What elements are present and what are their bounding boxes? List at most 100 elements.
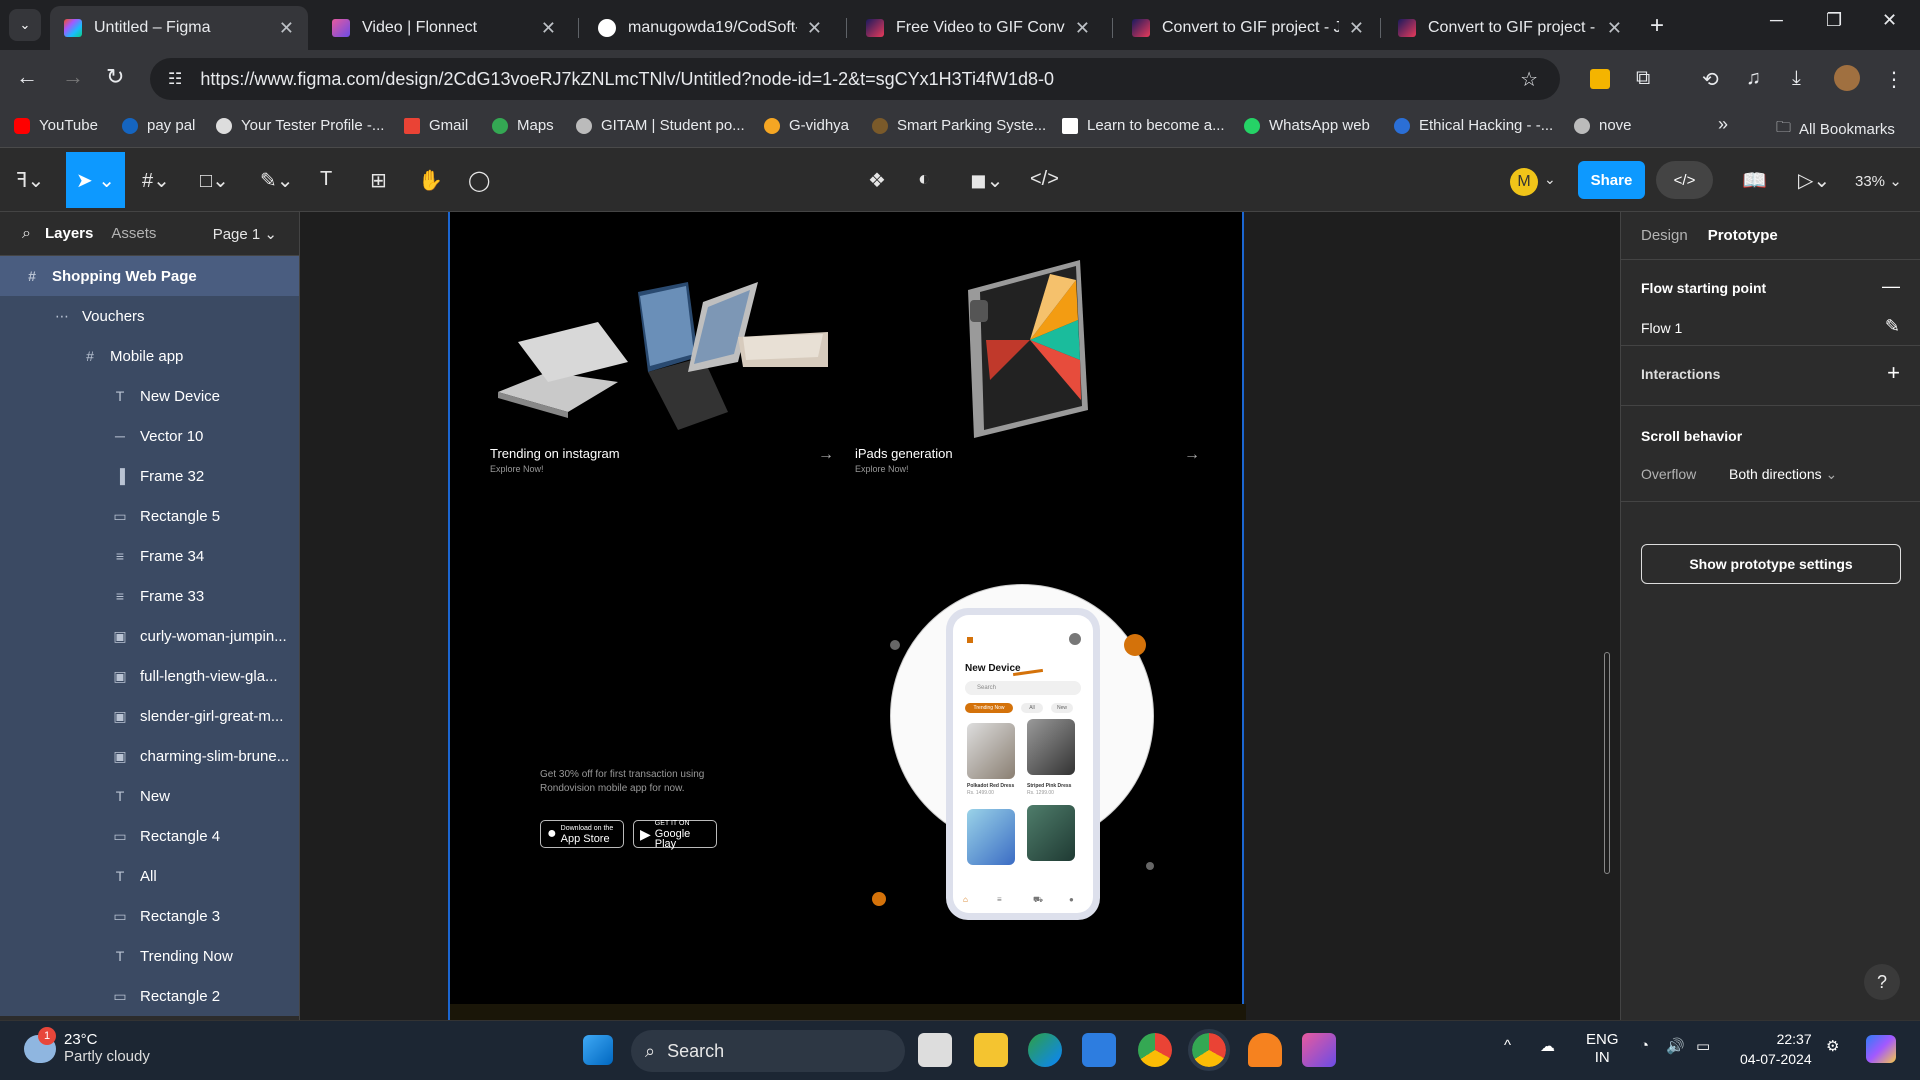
bookmark-paypal[interactable]: pay pal: [122, 117, 195, 134]
help-icon[interactable]: ?: [1864, 964, 1900, 1000]
layer-row[interactable]: ▣ slender-girl-great-m...: [0, 696, 299, 736]
clock[interactable]: 22:37 04-07-2024: [1740, 1029, 1812, 1069]
flonnect-icon[interactable]: [1302, 1033, 1336, 1067]
weather-widget[interactable]: 1 23°C Partly cloudy: [24, 1027, 150, 1065]
tab-convert-gif-1[interactable]: Convert to GIF project - Ju ✕: [1118, 6, 1378, 50]
file-explorer-icon[interactable]: [974, 1033, 1008, 1067]
bookmarks-overflow-icon[interactable]: »: [1718, 114, 1728, 135]
all-bookmarks[interactable]: 🗀 All Bookmarks: [1776, 117, 1895, 142]
bookmark-gvidhya[interactable]: G-vidhya: [764, 117, 849, 134]
layer-row[interactable]: ▐ Frame 32: [0, 456, 299, 496]
bookmark-nove[interactable]: nove: [1574, 117, 1632, 134]
tab-flonnect[interactable]: Video | Flonnect ✕: [318, 6, 570, 50]
bookmark-maps[interactable]: Maps: [492, 117, 554, 134]
google-play-badge[interactable]: ▶ GET IT ON Google Play: [633, 820, 717, 850]
contrast-icon[interactable]: ◐: [918, 168, 930, 191]
extensions-icon[interactable]: ⧉: [1636, 67, 1650, 90]
layer-row[interactable]: T New: [0, 776, 299, 816]
shopping-web-page-frame[interactable]: Trending on instagram Explore Now! → iPa…: [448, 212, 1246, 1020]
pen-tool-icon[interactable]: ✎⌄: [260, 168, 294, 193]
layer-row[interactable]: ▣ curly-woman-jumpin...: [0, 616, 299, 656]
canvas-scrollbar[interactable]: [1604, 652, 1610, 874]
bookmark-tester-profile[interactable]: Your Tester Profile -...: [216, 117, 384, 134]
bookmark-youtube[interactable]: YouTube: [14, 117, 98, 134]
component-icon[interactable]: ❖: [868, 168, 886, 193]
present-play-icon[interactable]: ▷⌄: [1798, 168, 1830, 193]
code-icon[interactable]: </>: [1030, 168, 1059, 191]
cloudflare-icon[interactable]: [1248, 1033, 1282, 1067]
share-button[interactable]: Share: [1578, 161, 1645, 199]
download-icon[interactable]: ⤓: [1792, 67, 1801, 90]
taskbar-search[interactable]: ⌕ Search: [631, 1030, 905, 1072]
close-icon[interactable]: ✕: [541, 18, 556, 39]
figma-canvas[interactable]: Trending on instagram Explore Now! → iPa…: [300, 212, 1620, 1020]
tab-gif-converter[interactable]: Free Video to GIF Converte ✕: [852, 6, 1104, 50]
tray-overflow-icon[interactable]: ^: [1504, 1037, 1511, 1054]
close-icon[interactable]: ✕: [1607, 18, 1622, 39]
url-text[interactable]: https://www.figma.com/design/2CdG13voeRJ…: [200, 69, 1054, 90]
copilot-icon[interactable]: [1866, 1035, 1896, 1063]
back-icon[interactable]: ←: [16, 64, 38, 90]
chrome-icon[interactable]: [1138, 1033, 1172, 1067]
layer-row[interactable]: # Shopping Web Page: [0, 256, 299, 296]
minus-icon[interactable]: —: [1882, 276, 1900, 297]
close-icon[interactable]: ✕: [807, 18, 822, 39]
store-icon[interactable]: [1082, 1033, 1116, 1067]
chevron-down-icon[interactable]: ⌄: [1544, 171, 1556, 188]
show-prototype-settings-button[interactable]: Show prototype settings: [1641, 544, 1901, 584]
address-bar[interactable]: ☷ https://www.figma.com/design/2CdG13voe…: [150, 58, 1560, 100]
tab-convert-gif-2[interactable]: Convert to GIF project - Ju ✕: [1384, 6, 1636, 50]
rectangle-tool-icon[interactable]: □⌄: [200, 168, 229, 193]
layer-row[interactable]: ▭ Rectangle 4: [0, 816, 299, 856]
tab-prototype[interactable]: Prototype: [1708, 227, 1778, 244]
page-selector[interactable]: Page 1 ⌄: [213, 225, 277, 243]
reload-icon[interactable]: ↻: [106, 64, 124, 90]
profile-avatar[interactable]: [1834, 65, 1860, 91]
tab-layers[interactable]: Layers: [45, 225, 93, 242]
tab-figma[interactable]: Untitled – Figma ✕: [50, 6, 308, 50]
layer-row[interactable]: T New Device: [0, 376, 299, 416]
language-indicator[interactable]: ENG IN: [1586, 1031, 1619, 1067]
zoom-dropdown[interactable]: 33% ⌄: [1855, 172, 1902, 190]
site-info-icon[interactable]: ☷: [168, 69, 182, 89]
tab-assets[interactable]: Assets: [111, 225, 156, 242]
layer-row[interactable]: ≡ Frame 33: [0, 576, 299, 616]
comment-tool-icon[interactable]: ◯: [468, 168, 490, 193]
app-store-badge[interactable]: ● Download on the App Store: [540, 820, 624, 848]
close-icon[interactable]: ✕: [1349, 18, 1364, 39]
media-control-icon[interactable]: ♫: [1746, 67, 1761, 90]
layer-row[interactable]: ≡ Frame 34: [0, 536, 299, 576]
layer-row[interactable]: T Trending Now: [0, 936, 299, 976]
close-icon[interactable]: ✕: [1075, 18, 1090, 39]
minimize-icon[interactable]: ─: [1770, 10, 1783, 31]
hand-tool-icon[interactable]: ✋: [418, 168, 443, 193]
layer-row[interactable]: ▭ Rectangle 3: [0, 896, 299, 936]
overflow-dropdown[interactable]: Both directions ⌄: [1729, 466, 1837, 483]
layer-row[interactable]: ▣ charming-slim-brune...: [0, 736, 299, 776]
plus-icon[interactable]: +: [1887, 360, 1900, 386]
bookmark-gmail[interactable]: Gmail: [404, 117, 468, 134]
new-tab-button[interactable]: +: [1650, 12, 1664, 40]
bookmark-smart-parking[interactable]: Smart Parking Syste...: [872, 117, 1046, 134]
layer-row[interactable]: ─ Vector 10: [0, 416, 299, 456]
tab-github[interactable]: manugowda19/CodSoft-U ✕: [584, 6, 836, 50]
bookmark-learn[interactable]: Learn to become a...: [1062, 117, 1225, 134]
layer-row[interactable]: ⋯ Vouchers: [0, 296, 299, 336]
volume-icon[interactable]: 🔊: [1666, 1037, 1685, 1055]
dev-mode-toggle[interactable]: </>: [1656, 161, 1713, 199]
settings-gear-icon[interactable]: ⚙: [1826, 1037, 1839, 1055]
boolean-icon[interactable]: ◼⌄: [970, 168, 1003, 193]
arrow-right-icon[interactable]: →: [818, 446, 834, 464]
layer-row[interactable]: T All: [0, 856, 299, 896]
user-avatar[interactable]: M: [1510, 168, 1538, 196]
figma-menu-icon[interactable]: ꟻ⌄: [16, 168, 44, 193]
notes-extension-icon[interactable]: [1590, 69, 1610, 89]
edit-icon[interactable]: ✎: [1885, 316, 1900, 337]
frame-tool-icon[interactable]: #⌄: [142, 168, 170, 193]
chrome-profile-icon[interactable]: [1188, 1029, 1230, 1071]
move-tool-button[interactable]: ➤ ⌄: [66, 152, 125, 208]
onedrive-icon[interactable]: ☁: [1540, 1037, 1555, 1055]
window-close-icon[interactable]: ✕: [1882, 10, 1897, 31]
resources-tool-icon[interactable]: ⊞: [370, 168, 387, 193]
flow-name[interactable]: Flow 1: [1641, 320, 1682, 336]
